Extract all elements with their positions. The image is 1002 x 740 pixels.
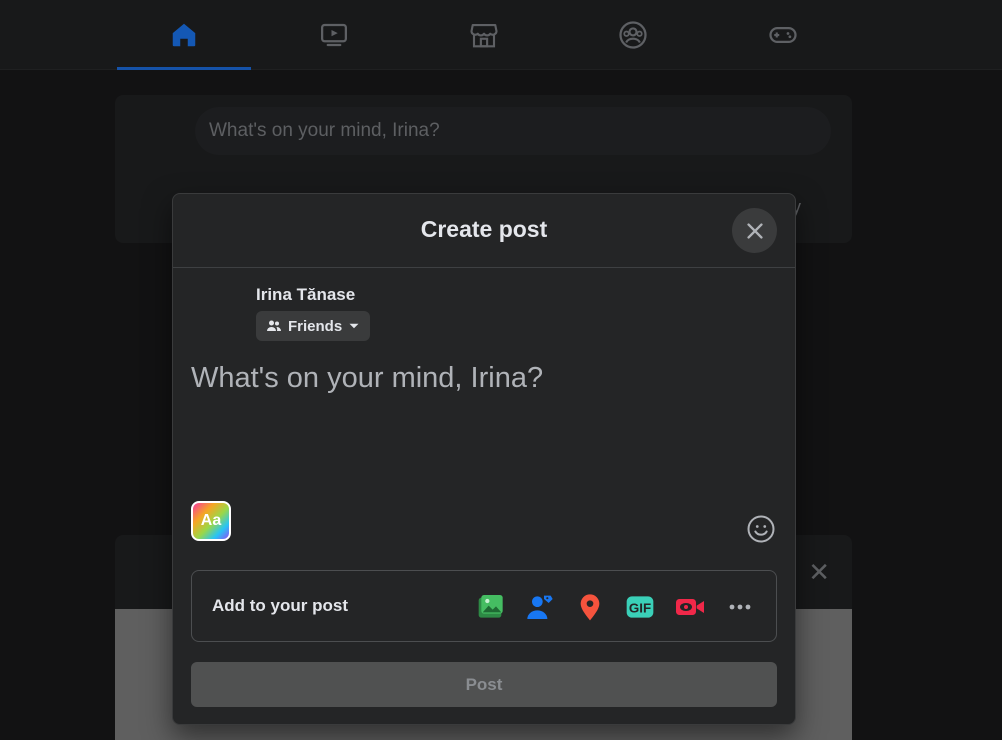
dialog-header: Create post <box>173 194 795 268</box>
tag-people-icon <box>527 595 553 619</box>
background-close-icon: ✕ <box>808 557 830 587</box>
more-icon <box>729 604 751 610</box>
photo-video-button[interactable] <box>472 589 508 625</box>
add-to-post-label: Add to your post <box>212 596 348 615</box>
text-background-button[interactable]: Aa <box>191 501 231 541</box>
check-in-icon <box>580 594 600 621</box>
background-composer-input: What's on your mind, Irina? <box>195 107 831 155</box>
groups-icon <box>619 21 647 49</box>
marketplace-icon <box>470 23 498 48</box>
nav-tab-groups[interactable] <box>566 0 700 70</box>
live-video-button[interactable] <box>672 589 708 625</box>
gaming-icon <box>769 27 797 43</box>
friends-icon <box>267 320 282 331</box>
gif-icon: GIF <box>626 596 654 618</box>
close-icon <box>746 222 763 239</box>
audience-selector[interactable]: Friends <box>256 311 371 341</box>
gif-button[interactable]: GIF <box>622 589 658 625</box>
top-nav <box>0 0 1002 70</box>
close-dialog-button[interactable] <box>732 208 777 253</box>
post-text-input[interactable]: What's on your mind, Irina? <box>191 362 543 395</box>
more-options-button[interactable] <box>722 589 758 625</box>
nav-tab-home[interactable] <box>117 0 251 70</box>
add-to-post-bar: Add to your post GIF <box>191 570 777 642</box>
post-button[interactable]: Post <box>191 662 777 707</box>
check-in-button[interactable] <box>572 589 608 625</box>
emoji-icon[interactable] <box>746 514 776 544</box>
author-name: Irina Tănase <box>256 285 356 304</box>
photo-video-icon <box>478 595 503 618</box>
live-video-icon <box>676 599 704 615</box>
nav-tab-gaming[interactable] <box>716 0 850 70</box>
caret-down-icon <box>349 323 359 329</box>
dialog-title: Create post <box>420 216 548 242</box>
tag-people-button[interactable] <box>522 589 558 625</box>
post-author: Irina Tănase Friends <box>256 285 371 341</box>
create-post-dialog: Create post Irina Tănase Friends What's … <box>172 193 796 725</box>
audience-label: Friends <box>288 317 343 335</box>
nav-tab-watch[interactable] <box>267 0 401 70</box>
nav-tab-marketplace[interactable] <box>417 0 551 70</box>
svg-text:GIF: GIF <box>629 601 651 616</box>
home-icon <box>172 23 196 47</box>
watch-icon <box>321 23 347 47</box>
